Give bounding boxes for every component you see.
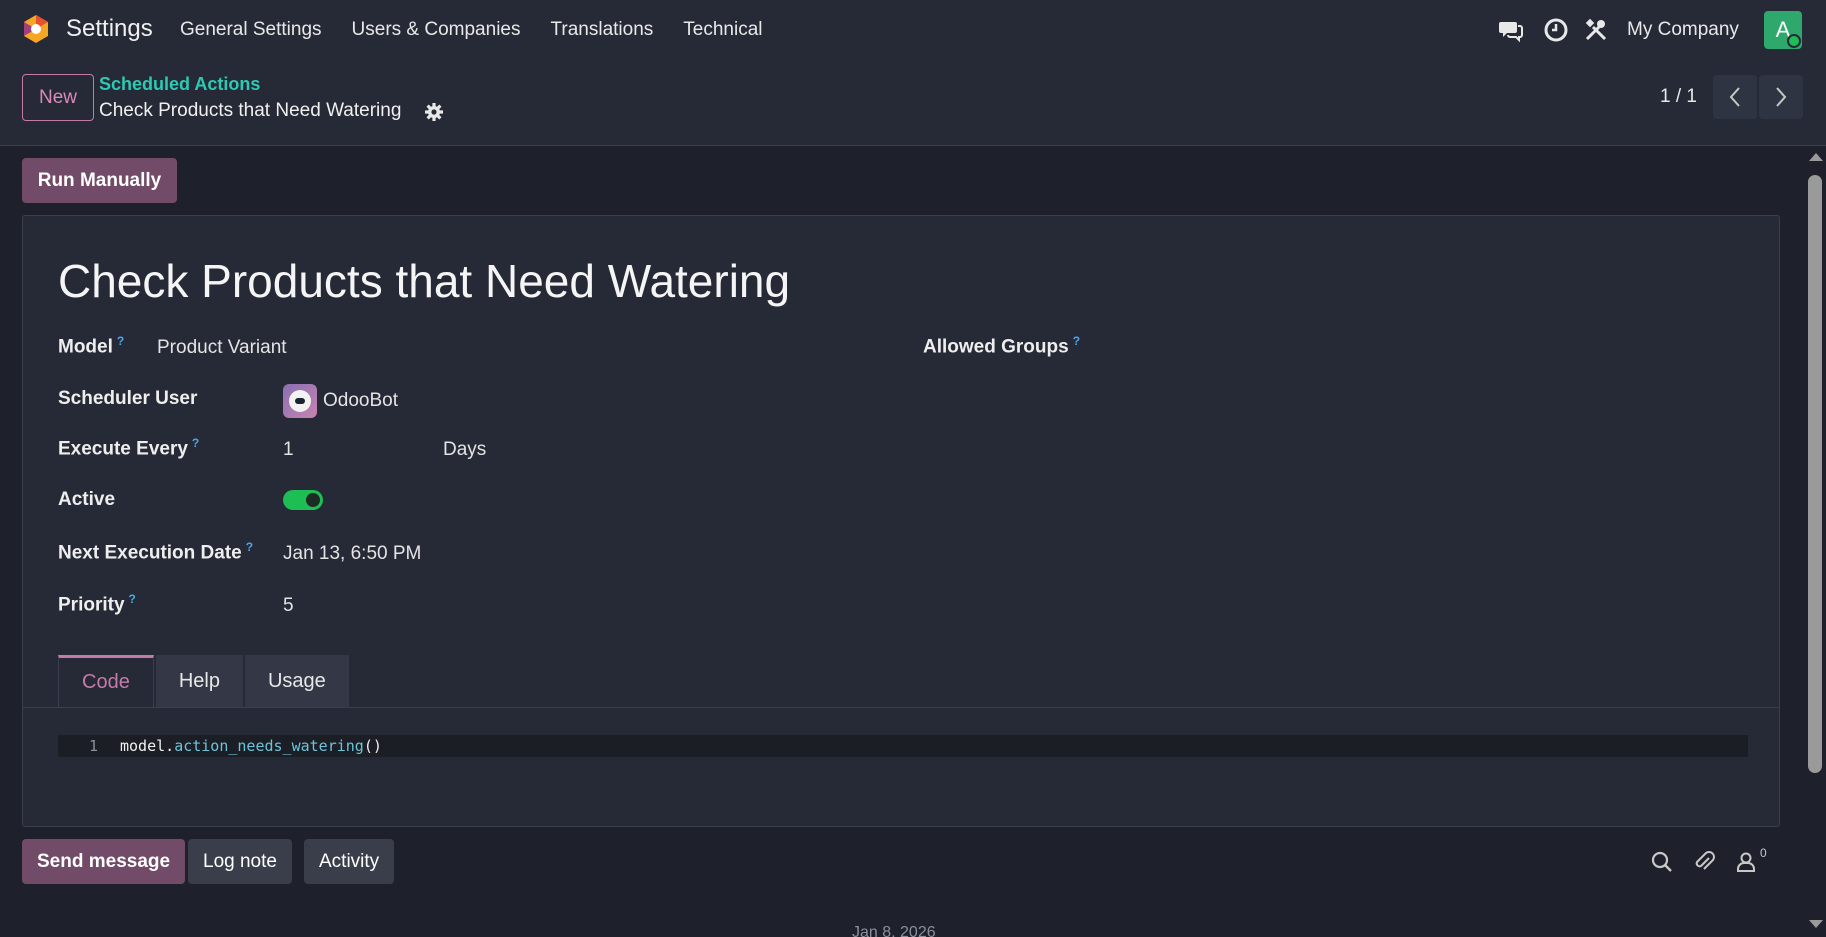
run-manually-button[interactable]: Run Manually [22, 158, 177, 203]
new-button[interactable]: New [22, 74, 94, 121]
pager-previous-button[interactable] [1713, 75, 1757, 119]
tab-divider [23, 707, 1779, 708]
priority-field[interactable]: 5 [283, 595, 294, 617]
send-message-button[interactable]: Send message [22, 839, 186, 884]
top-navbar: Settings General Settings Users & Compan… [0, 0, 1826, 60]
chat-icon[interactable] [1498, 17, 1524, 43]
control-panel: New Scheduled Actions Check Products tha… [0, 60, 1826, 146]
priority-label: Priority? [58, 592, 136, 616]
model-field[interactable]: Product Variant [157, 337, 287, 359]
pager-value[interactable]: 1 / 1 [1660, 86, 1697, 108]
form-sheet: Check Products that Need Watering Model?… [22, 215, 1780, 827]
activity-button[interactable]: Activity [304, 839, 395, 884]
date-separator: Jan 8, 2026 [852, 924, 936, 937]
search-icon[interactable] [1649, 849, 1675, 875]
scheduler-user-label: Scheduler User [58, 388, 198, 409]
menu-technical[interactable]: Technical [683, 19, 762, 41]
execute-every-unit-select[interactable]: Days [443, 439, 486, 461]
odoo-logo-icon[interactable] [20, 13, 52, 45]
help-tooltip-icon[interactable]: ? [192, 436, 199, 450]
code-text[interactable]: model.action_needs_watering() [120, 735, 382, 757]
help-tooltip-icon[interactable]: ? [246, 540, 253, 554]
followers-count: 0 [1760, 846, 1767, 860]
tools-icon[interactable] [1583, 17, 1609, 43]
next-execution-date-label: Next Execution Date? [58, 540, 254, 564]
chevron-right-icon [1776, 87, 1787, 107]
scheduler-user-field[interactable]: OdooBot [323, 390, 398, 412]
code-editor-line[interactable]: 1 model.action_needs_watering() [58, 735, 1748, 757]
scroll-down-arrow[interactable] [1809, 920, 1823, 928]
help-tooltip-icon[interactable]: ? [129, 592, 136, 606]
help-tooltip-icon[interactable]: ? [1073, 334, 1080, 348]
pager-next-button[interactable] [1759, 75, 1803, 119]
active-label: Active [58, 489, 116, 510]
record-title[interactable]: Check Products that Need Watering [58, 254, 790, 308]
breadcrumb-scheduled-actions[interactable]: Scheduled Actions [99, 74, 260, 95]
notebook-tabs: Code Help Usage [58, 655, 351, 707]
tab-code[interactable]: Code [58, 655, 154, 707]
odoobot-avatar [283, 384, 317, 418]
tab-usage[interactable]: Usage [244, 655, 349, 707]
follower-icon[interactable] [1733, 849, 1759, 875]
main-menu: General Settings Users & Companies Trans… [180, 19, 793, 41]
gear-icon[interactable] [424, 102, 444, 122]
scroll-up-arrow[interactable] [1809, 153, 1823, 161]
menu-translations[interactable]: Translations [550, 19, 653, 41]
active-toggle[interactable] [283, 490, 323, 510]
log-note-button[interactable]: Log note [188, 839, 292, 884]
allowed-groups-label: Allowed Groups? [923, 334, 1081, 358]
scrollbar-thumb[interactable] [1808, 175, 1822, 773]
next-execution-date-field[interactable]: Jan 13, 6:50 PM [283, 543, 421, 565]
app-title[interactable]: Settings [66, 15, 153, 43]
execute-every-number-field[interactable]: 1 [283, 439, 294, 461]
menu-users-companies[interactable]: Users & Companies [352, 19, 521, 41]
help-tooltip-icon[interactable]: ? [117, 334, 124, 348]
online-status-indicator [1787, 34, 1801, 48]
paperclip-icon[interactable] [1691, 849, 1717, 875]
clock-icon[interactable] [1543, 17, 1569, 43]
breadcrumb-current-record: Check Products that Need Watering [99, 100, 402, 121]
execute-every-label: Execute Every? [58, 436, 200, 460]
line-number: 1 [88, 737, 98, 755]
tab-help[interactable]: Help [155, 655, 243, 707]
model-label: Model? [58, 334, 125, 358]
chevron-left-icon [1729, 87, 1740, 107]
menu-general-settings[interactable]: General Settings [180, 19, 322, 41]
company-switcher[interactable]: My Company [1627, 19, 1739, 41]
